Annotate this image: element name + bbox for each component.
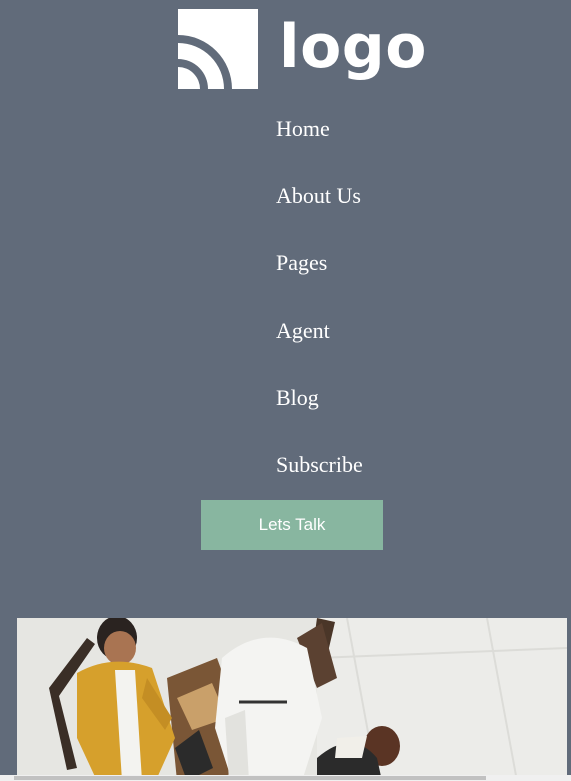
- nav-item-about-us[interactable]: About Us: [276, 181, 476, 211]
- horizontal-scrollbar[interactable]: [0, 775, 571, 781]
- nav-item-blog[interactable]: Blog: [276, 383, 476, 413]
- scrollbar-thumb[interactable]: [14, 776, 486, 780]
- nav-item-home[interactable]: Home: [276, 114, 476, 144]
- wifi-signal-icon: [178, 9, 258, 89]
- site-header: logo Home About Us Pages Agent Blog Subs…: [0, 0, 571, 781]
- page: logo Home About Us Pages Agent Blog Subs…: [0, 0, 571, 781]
- logo-text: logo: [279, 12, 427, 82]
- nav-item-subscribe[interactable]: Subscribe: [276, 450, 476, 480]
- hero-image: [17, 618, 567, 781]
- lets-talk-button[interactable]: Lets Talk: [201, 500, 383, 550]
- nav-item-agent[interactable]: Agent: [276, 316, 476, 346]
- logo-link[interactable]: logo: [178, 9, 426, 91]
- nav-item-pages[interactable]: Pages: [276, 248, 476, 278]
- team-meeting-photo: [17, 618, 567, 781]
